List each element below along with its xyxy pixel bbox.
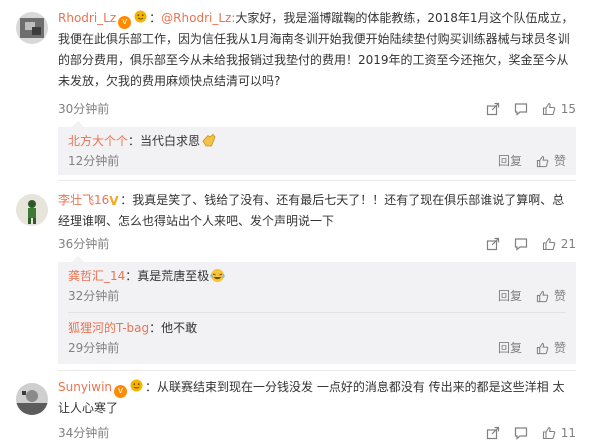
reply-list: 北方大个个：当代白求恩 12分钟前 回复 赞	[58, 121, 576, 175]
reply-username[interactable]: 龚哲汇_14	[68, 269, 125, 283]
share-button[interactable]	[486, 237, 500, 251]
like-icon	[536, 290, 549, 302]
heart-emoji	[134, 10, 147, 23]
comment-body: Sunyiwin v ：从联赛结束到现在一分钱没发 一点好的消息都没有 传出来的都是…	[58, 379, 565, 415]
comment-meta: 34分钟前 11	[58, 423, 576, 443]
reply-item: 狐狸河的T-bag：他不敢 29分钟前 回复 赞	[68, 318, 566, 358]
reply-button[interactable]	[514, 102, 528, 116]
comment-username[interactable]: Sunyiwin	[58, 380, 112, 394]
reply-reply-button[interactable]: 回复	[498, 338, 522, 358]
reply-username[interactable]: 狐狸河的T-bag	[68, 321, 149, 335]
comment-icon	[514, 427, 527, 440]
comment-item: 李壮飞16V ：我真是笑了、钱给了没有、还有最后七天了！！还有了现在俱乐部谁说了算…	[0, 181, 590, 371]
heart-emoji	[130, 379, 143, 392]
comment-time: 30分钟前	[58, 102, 110, 116]
comment-time: 36分钟前	[58, 237, 110, 251]
share-button[interactable]	[486, 426, 500, 440]
comment-username[interactable]: 李壮飞16	[58, 193, 109, 207]
vip-badge-icon: v	[118, 16, 132, 29]
reply-username[interactable]: 北方大个个	[68, 134, 128, 148]
like-count: 21	[560, 237, 576, 251]
like-count: 15	[560, 102, 576, 116]
comment-meta: 36分钟前 21	[58, 234, 576, 254]
reply-text: 当代白求恩	[140, 134, 201, 148]
comment-text: 我真是笑了、钱给了没有、还有最后七天了！！还有了现在俱乐部谁说了算啊、总经理谁啊…	[58, 193, 565, 228]
reply-item: 北方大个个：当代白求恩 12分钟前 回复 赞	[68, 131, 566, 171]
mention-link[interactable]: @Rhodri_Lz:	[161, 11, 235, 25]
reply-reply-button[interactable]: 回复	[498, 286, 522, 306]
vip-badge-icon: V	[109, 194, 119, 208]
like-icon	[542, 426, 555, 440]
like-label: 赞	[553, 341, 566, 355]
share-icon	[486, 102, 499, 116]
comment-body: Rhodri_Lz v ：@Rhodri_Lz:大家好，我是淄博蹴鞠的体能教练，20…	[58, 10, 574, 88]
like-label: 赞	[553, 154, 566, 168]
share-icon	[486, 237, 499, 251]
reply-time: 12分钟前	[68, 154, 120, 168]
like-icon	[542, 102, 555, 116]
reply-time: 29分钟前	[68, 341, 120, 355]
comment-meta: 30分钟前 15	[58, 99, 576, 119]
like-icon	[542, 237, 555, 251]
like-button[interactable]: 21	[542, 234, 576, 254]
comment-icon	[514, 103, 527, 116]
avatar[interactable]	[16, 383, 48, 415]
comment-icon	[514, 238, 527, 251]
comment-time: 34分钟前	[58, 426, 110, 440]
like-button[interactable]: 11	[542, 423, 576, 443]
avatar[interactable]	[16, 12, 48, 44]
vip-badge-icon: v	[114, 385, 128, 398]
divider	[68, 312, 566, 313]
like-button[interactable]: 15	[542, 99, 576, 119]
reply-text: 他不敢	[161, 321, 198, 335]
like-icon	[536, 342, 549, 354]
like-icon	[536, 155, 549, 167]
reply-item: 龚哲汇_14：真是荒唐至极 32分钟前 回复 赞	[68, 266, 566, 306]
like-label: 赞	[553, 289, 566, 303]
reply-reply-button[interactable]: 回复	[498, 151, 522, 171]
reply-text: 真是荒唐至极	[137, 269, 210, 283]
comment-item: Rhodri_Lz v ：@Rhodri_Lz:大家好，我是淄博蹴鞠的体能教练，20…	[0, 0, 590, 175]
reply-button[interactable]	[514, 426, 528, 440]
clap-emoji	[202, 133, 216, 147]
share-icon	[486, 426, 499, 440]
avatar[interactable]	[16, 194, 48, 226]
reply-like-button[interactable]: 赞	[536, 338, 566, 358]
comment-username[interactable]: Rhodri_Lz	[58, 11, 116, 25]
reply-like-button[interactable]: 赞	[536, 286, 566, 306]
like-count: 11	[560, 426, 576, 440]
reply-button[interactable]	[514, 237, 528, 251]
reply-list: 龚哲汇_14：真是荒唐至极 32分钟前 回复 赞 狐狸河的T-bag：他不敢 2…	[58, 256, 576, 364]
share-button[interactable]	[486, 102, 500, 116]
comment-body: 李壮飞16V ：我真是笑了、钱给了没有、还有最后七天了！！还有了现在俱乐部谁说了算…	[58, 193, 565, 228]
comment-item: Sunyiwin v ：从联赛结束到现在一分钱没发 一点好的消息都没有 传出来的都是…	[0, 371, 590, 445]
reply-time: 32分钟前	[68, 289, 120, 303]
laugh-emoji	[210, 269, 226, 282]
reply-like-button[interactable]: 赞	[536, 151, 566, 171]
